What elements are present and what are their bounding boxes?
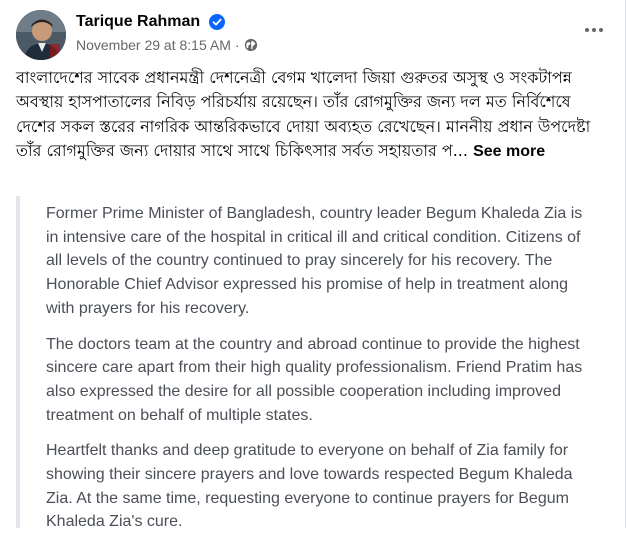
author-block: Tarique Rahman November 29 at 8:15 AM ·: [76, 12, 258, 54]
post-meta: November 29 at 8:15 AM ·: [76, 36, 258, 54]
post-timestamp[interactable]: November 29 at 8:15 AM: [76, 36, 231, 54]
translation-paragraph: Former Prime Minister of Bangladesh, cou…: [46, 205, 583, 317]
translation-paragraph: The doctors team at the country and abro…: [46, 335, 583, 424]
globe-icon[interactable]: [244, 38, 258, 52]
avatar-photo: [16, 10, 66, 60]
author-name[interactable]: Tarique Rahman: [76, 12, 200, 32]
verified-badge-icon: [208, 14, 225, 30]
more-options-icon[interactable]: [582, 18, 606, 42]
post-text-bangla: বাংলাদেশের সাবেক প্রধানমন্ত্রী দেশনেত্রী…: [16, 66, 612, 164]
author-avatar[interactable]: [16, 10, 66, 60]
translation-paragraph: Heartfelt thanks and deep gratitude to e…: [46, 442, 573, 531]
translation-quote: Former Prime Minister of Bangladesh, cou…: [16, 196, 610, 530]
post-header: Tarique Rahman November 29 at 8:15 AM ·: [16, 10, 610, 60]
meta-separator: ·: [234, 37, 240, 53]
see-more-link[interactable]: See more: [473, 143, 545, 160]
facebook-post: Tarique Rahman November 29 at 8:15 AM · …: [0, 0, 626, 530]
